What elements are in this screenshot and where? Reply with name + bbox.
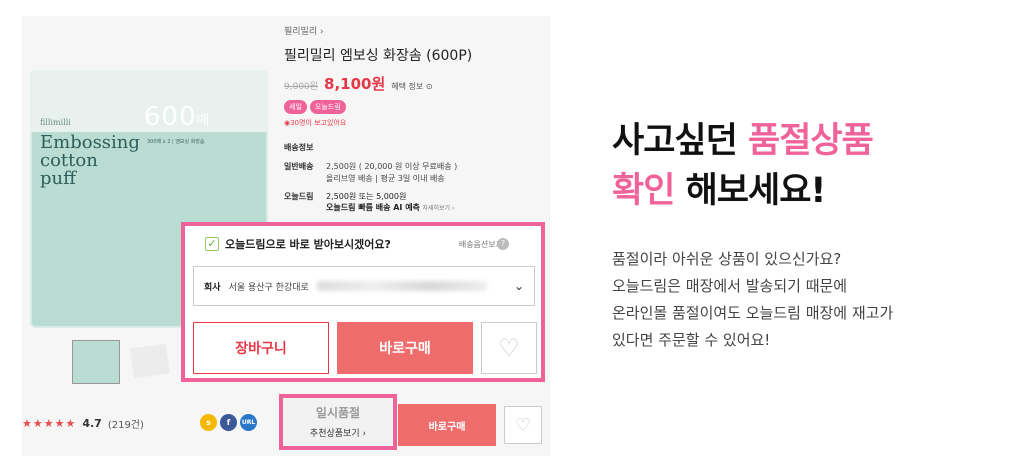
description: 품절이라 아쉬운 상품이 있으신가요? 오늘드림은 매장에서 발송되기 때문에 … (612, 246, 893, 354)
today-more-link[interactable]: 자세히보기 › (422, 205, 454, 212)
out-of-stock-label: 일시품절 (315, 406, 361, 420)
box-brand: fillimilli (40, 118, 71, 127)
general-shipping-time: 올리브영 배송 | 평균 3일 이내 배송 (326, 174, 445, 183)
action-buttons: 장바구니 바로구매 ♡ (193, 322, 537, 374)
out-of-stock-box: 일시품절 추천상품보기 › (279, 394, 397, 450)
headline-line2: 해보세요! (674, 171, 827, 211)
today-shipping: 오늘드림 2,500원 또는 5,000원 오늘드림 빠름 배송 AI 예측 자… (284, 191, 550, 213)
original-price: 9,000원 (284, 82, 319, 92)
sale-price: 8,100원 (324, 75, 386, 93)
product-thumbnail-2[interactable] (130, 343, 170, 379)
heart-icon[interactable]: ♡ (481, 322, 537, 374)
general-shipping: 일반배송 2,500원 ( 20,000 원 이상 무료배송 ) 올리브영 배송… (284, 161, 550, 185)
address-blurred (316, 281, 487, 291)
star-icons: ★★★★★ (22, 417, 77, 430)
today-delivery-label: 오늘드림으로 바로 받아보시겠어요? (225, 238, 391, 251)
bottom-heart-icon[interactable]: ♡ (504, 406, 542, 444)
general-shipping-label: 일반배송 (284, 162, 314, 171)
box-sub: 300매 x 2 | 엠보싱 화장솜 (147, 139, 205, 145)
today-delivery-popup: ✓ 오늘드림으로 바로 받아보시겠어요? 배송옵션보기 ? 회사 서울 용산구 … (181, 222, 545, 382)
box-count: 600매 (144, 102, 211, 132)
box-product-name: Embossing cotton puff (40, 132, 140, 189)
chevron-down-icon: ⌄ (513, 279, 524, 293)
today-delivery-option[interactable]: ✓ 오늘드림으로 바로 받아보시겠어요? (205, 236, 391, 252)
review-count[interactable]: (219건) (108, 416, 144, 431)
viewers-count: ◉30명이 보고있어요 (284, 119, 347, 127)
desc-line-3: 온라인몰 품절이여도 오늘드림 매장에 재고가 (612, 304, 894, 322)
address-label: 회사 (204, 282, 221, 293)
desc-line-4: 있다면 주문할 수 있어요! (612, 331, 771, 349)
checkbox-checked-icon[interactable]: ✓ (205, 237, 219, 251)
url-copy-icon[interactable]: URL (240, 414, 257, 431)
address-select[interactable]: 회사 서울 용산구 한강대로 ⌄ (193, 266, 535, 306)
general-shipping-fee: 2,500원 ( 20,000 원 이상 무료배송 ) (326, 162, 458, 171)
desc-line-2: 오늘드림은 매장에서 발송되기 때문에 (612, 277, 848, 295)
kakao-icon[interactable]: s (200, 414, 217, 431)
facebook-icon[interactable]: f (220, 414, 237, 431)
headline-highlight-1: 품절상품 (748, 121, 874, 161)
badges: 세일 오늘드림 (284, 100, 550, 114)
cart-button[interactable]: 장바구니 (193, 322, 329, 374)
buy-now-button[interactable]: 바로구매 (337, 322, 473, 374)
product-info: 필리밀리 › 필리밀리 엠보싱 화장솜 (600P) 9,000원 8,100원… (284, 24, 550, 213)
headline-highlight-2: 확인 (612, 171, 675, 211)
today-shipping-fee: 2,500원 또는 5,000원 (326, 192, 407, 201)
product-thumbnail[interactable] (72, 340, 120, 384)
help-icon[interactable]: ? (497, 238, 509, 250)
today-shipping-label: 오늘드림 (284, 192, 314, 201)
sale-badge: 세일 (284, 100, 307, 114)
price-row: 9,000원 8,100원 혜택 정보 ⊙ (284, 73, 550, 94)
today-badge: 오늘드림 (309, 100, 346, 114)
rating-score: 4.7 (82, 417, 102, 430)
rating: ★★★★★ 4.7 (219건) (22, 416, 144, 431)
headline: 사고싶던 품절상품 확인 해보세요! (612, 116, 874, 216)
today-ai-prediction: 오늘드림 빠름 배송 AI 예측 (326, 203, 420, 212)
recommended-link[interactable]: 추천상품보기 › (283, 426, 393, 439)
share-icons: s f URL (200, 414, 257, 431)
product-title: 필리밀리 엠보싱 화장솜 (600P) (284, 48, 473, 64)
breadcrumb[interactable]: 필리밀리 › (284, 24, 550, 37)
benefit-info[interactable]: 혜택 정보 ⊙ (391, 81, 432, 92)
headline-line1: 사고싶던 (612, 121, 748, 161)
bottom-buy-button[interactable]: 바로구매 (398, 404, 496, 446)
address-value: 서울 용산구 한강대로 (228, 282, 309, 293)
desc-line-1: 품절이라 아쉬운 상품이 있으신가요? (612, 250, 842, 268)
shipping-title: 배송정보 (284, 143, 314, 152)
